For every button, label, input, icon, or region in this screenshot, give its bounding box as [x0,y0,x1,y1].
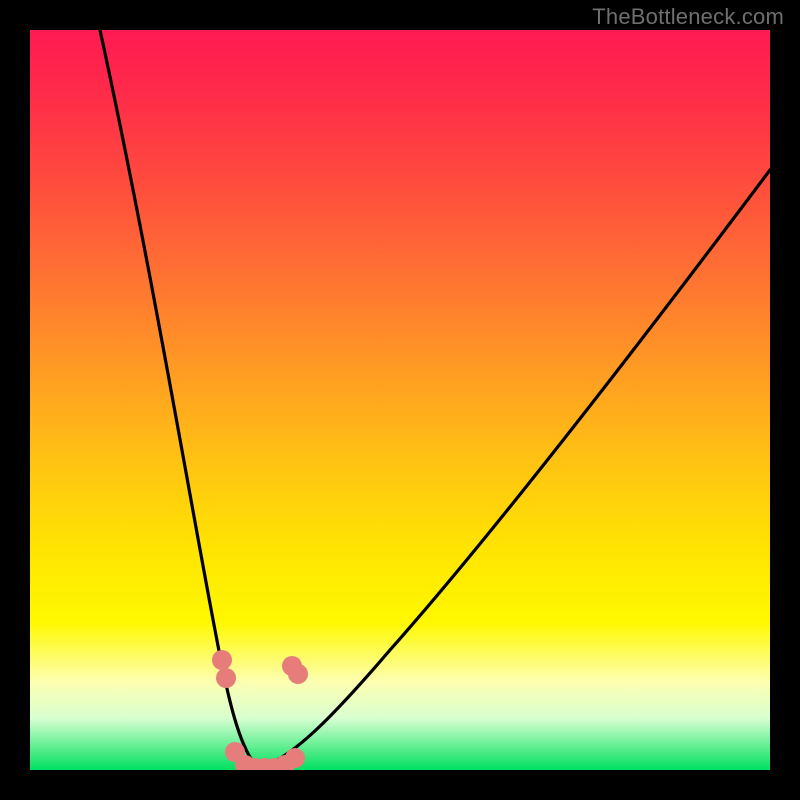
marker-dot [212,650,232,670]
marker-dot [288,664,308,684]
chart-frame: TheBottleneck.com [0,0,800,800]
marker-dot [285,748,305,768]
curve-layer [30,30,770,770]
marker-group [212,650,308,770]
marker-dot [216,668,236,688]
bottleneck-curve-left [100,30,258,768]
watermark-label: TheBottleneck.com [592,4,784,30]
plot-area [30,30,770,770]
bottleneck-curve-right [258,170,770,768]
